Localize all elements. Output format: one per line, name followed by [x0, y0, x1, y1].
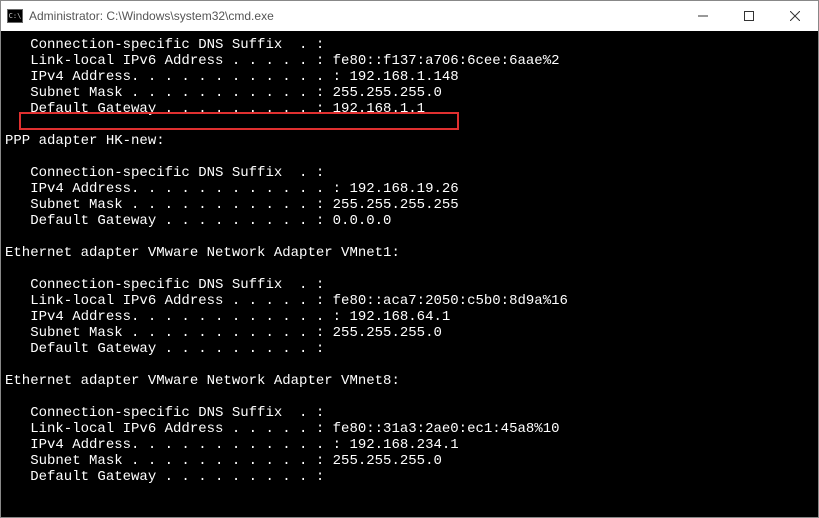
window-controls — [680, 1, 818, 31]
console-output[interactable]: Connection-specific DNS Suffix . : Link-… — [1, 31, 818, 517]
cmd-window: C:\ Administrator: C:\Windows\system32\c… — [0, 0, 819, 518]
minimize-button[interactable] — [680, 1, 726, 31]
titlebar[interactable]: C:\ Administrator: C:\Windows\system32\c… — [1, 1, 818, 31]
maximize-button[interactable] — [726, 1, 772, 31]
close-button[interactable] — [772, 1, 818, 31]
window-title: Administrator: C:\Windows\system32\cmd.e… — [29, 9, 680, 23]
cmd-icon: C:\ — [7, 9, 23, 23]
